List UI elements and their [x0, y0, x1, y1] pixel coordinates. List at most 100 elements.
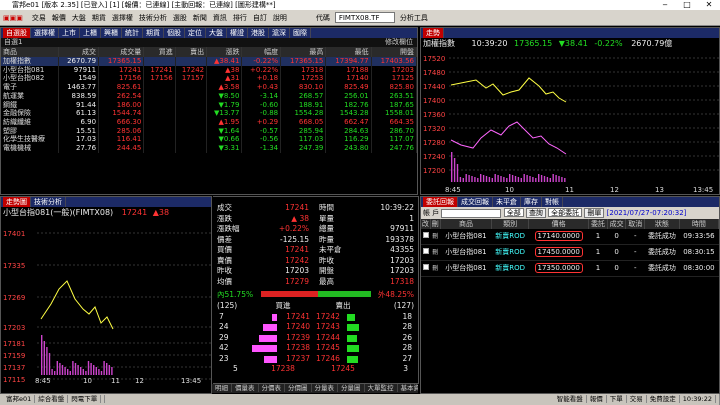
status-item[interactable]: 交易: [626, 395, 647, 403]
menu-item[interactable]: 資訊: [210, 13, 230, 23]
detail-tab[interactable]: 大單監控: [364, 384, 398, 392]
quote-tab[interactable]: 統計: [122, 28, 143, 38]
quote-row[interactable]: 化學生技醫療 17.03 116.41 ▼0.66 -0.56 117.03 116.29 1…: [1, 135, 417, 145]
quote-tab[interactable]: 上櫃: [80, 28, 101, 38]
ask-price[interactable]: 17244: [316, 333, 340, 342]
bid-price[interactable]: 17241: [286, 312, 310, 321]
menu-item[interactable]: 選股: [170, 13, 190, 23]
delete-icon[interactable]: 刪: [432, 233, 438, 240]
status-tab[interactable]: 綜合看盤: [35, 395, 69, 403]
quote-row[interactable]: 小型台指082 1549 17156 17156 17157 ▲31 +0.18 17253 1…: [1, 74, 417, 84]
order-price[interactable]: 17140.0000: [534, 231, 583, 241]
detail-tab[interactable]: 分量圖: [338, 384, 365, 392]
modify-checkbox[interactable]: [421, 244, 431, 261]
status-item[interactable]: 10:39:22: [679, 395, 716, 403]
menu-item[interactable]: 技術分析: [136, 13, 170, 23]
menu-item[interactable]: 交易: [29, 13, 49, 23]
quote-row[interactable]: 塑膠 15.51 285.06 ▼1.64 -0.57 285.94 284.63 286.7…: [1, 126, 417, 136]
filter-select[interactable]: 全部: [503, 208, 524, 217]
status-tab[interactable]: 閃電下單: [68, 395, 102, 403]
delete-icon[interactable]: 刪: [432, 249, 438, 256]
order-row[interactable]: 刪小型台指081 新賣ROD 17450.0000 1 0- 委託成功 08:30:15: [421, 244, 719, 261]
orders-column-header[interactable]: 商品: [440, 219, 493, 229]
orders-column-header[interactable]: 價格: [528, 219, 590, 229]
column-header[interactable]: 賣出: [175, 47, 208, 57]
quote-tab[interactable]: 個股: [164, 28, 185, 38]
quote-row[interactable]: 電子 1463.77 825.61 ▲3.58 +0.43 830.10 825.49 825…: [1, 83, 417, 92]
bid-price[interactable]: 17239: [286, 333, 310, 342]
menu-item[interactable]: 選擇權: [109, 13, 136, 23]
maximize-icon[interactable]: □: [676, 0, 698, 10]
ask-price[interactable]: 17242: [316, 312, 340, 321]
column-header[interactable]: 幅度: [241, 47, 282, 57]
quote-tab[interactable]: 興櫃: [101, 28, 122, 38]
detail-tab[interactable]: 分價圖: [285, 384, 312, 392]
order-price[interactable]: 17450.0000: [534, 247, 583, 257]
quote-row[interactable]: 航運業 838.59 262.54 ▼8.50 -3.14 268.57 256.01 263…: [1, 91, 417, 101]
orders-tab[interactable]: 成交回報: [458, 197, 493, 207]
order-row[interactable]: 刪小型台指081 新賣ROD 17350.0000 1 0- 委託成功 08:30:00: [421, 260, 719, 277]
detail-tab[interactable]: 基本資料: [397, 384, 418, 392]
quote-tab[interactable]: 滬深: [269, 28, 290, 38]
symbol-input[interactable]: FIMTX08.TF: [334, 12, 395, 23]
menu-item[interactable]: 期貨: [89, 13, 109, 23]
query-button[interactable]: 查詢: [525, 208, 546, 218]
orders-tab[interactable]: 對帳: [542, 197, 563, 207]
column-header[interactable]: 最低: [325, 47, 372, 57]
menu-item[interactable]: 大盤: [69, 13, 89, 23]
delete-cell[interactable]: 刪: [430, 229, 441, 245]
bid-price[interactable]: 17238: [286, 343, 310, 352]
checkbox-icon[interactable]: [422, 248, 429, 254]
futures-tab[interactable]: 技術分析: [31, 197, 66, 207]
column-header[interactable]: 最高: [280, 47, 327, 57]
modify-checkbox[interactable]: [421, 260, 431, 277]
ask-price[interactable]: 17246: [316, 354, 340, 363]
orders-column-header[interactable]: 時間: [679, 219, 719, 229]
status-item[interactable]: 智能看盤: [553, 395, 587, 403]
menu-item[interactable]: 自訂: [250, 13, 270, 23]
ask-price[interactable]: 17243: [316, 322, 340, 331]
quote-tab[interactable]: 選擇權: [31, 28, 59, 38]
orders-tab[interactable]: 庫存: [521, 197, 542, 207]
bid-price[interactable]: 17237: [286, 354, 310, 363]
orders-column-header[interactable]: 刪: [430, 219, 441, 229]
quote-tab[interactable]: 定位: [185, 28, 206, 38]
column-header[interactable]: 開盤: [371, 47, 417, 57]
detail-tab[interactable]: 分價表: [258, 384, 285, 392]
ask-price[interactable]: 17245: [316, 343, 340, 352]
quote-tab[interactable]: 權證: [227, 28, 248, 38]
quote-tab[interactable]: 上市: [59, 28, 80, 38]
column-header[interactable]: 成交: [58, 47, 100, 57]
orders-column-header[interactable]: 類別: [491, 219, 530, 229]
delete-cell[interactable]: 刪: [430, 260, 441, 277]
detail-tab[interactable]: 價量表: [232, 384, 259, 392]
quote-tab[interactable]: 期貨: [143, 28, 164, 38]
status-item[interactable]: 報價: [586, 395, 607, 403]
menu-item[interactable]: 說明: [270, 13, 290, 23]
detail-tab[interactable]: 明細: [212, 384, 232, 392]
orders-column-header[interactable]: 改: [421, 219, 431, 229]
orders-tab[interactable]: 未平倉: [493, 197, 521, 207]
quote-tab[interactable]: 國際: [290, 28, 311, 38]
orders-column-header[interactable]: 成交: [607, 219, 627, 229]
tab-index-trend[interactable]: 走勢: [423, 28, 444, 38]
order-status-select[interactable]: 全部委託: [548, 208, 583, 217]
toolbar-icons[interactable]: ▣▣▣: [0, 14, 26, 22]
bid-price[interactable]: 17240: [286, 322, 310, 331]
cancel-all-button[interactable]: 刪單: [584, 208, 605, 218]
orders-column-header[interactable]: 狀態: [644, 219, 680, 229]
delete-icon[interactable]: 刪: [432, 265, 438, 272]
orders-column-header[interactable]: 委託: [588, 219, 608, 229]
orders-tab[interactable]: 委託回報: [423, 197, 458, 207]
status-item[interactable]: 免費設定: [646, 395, 680, 403]
watchlist-group[interactable]: 自選1: [4, 38, 22, 46]
edit-columns-button[interactable]: 修改欄位: [385, 38, 417, 47]
quote-tab[interactable]: 港股: [248, 28, 269, 38]
order-row[interactable]: 刪小型台指081 新賣ROD 17140.0000 1 0- 委託成功 09:33:56: [421, 229, 719, 245]
status-item[interactable]: 下單: [606, 395, 627, 403]
delete-cell[interactable]: 刪: [430, 244, 441, 261]
status-tab[interactable]: 富邦e01: [3, 395, 36, 403]
quote-tab[interactable]: 大盤: [206, 28, 227, 38]
checkbox-icon[interactable]: [422, 264, 429, 270]
quote-tab[interactable]: 自選股: [3, 28, 31, 38]
